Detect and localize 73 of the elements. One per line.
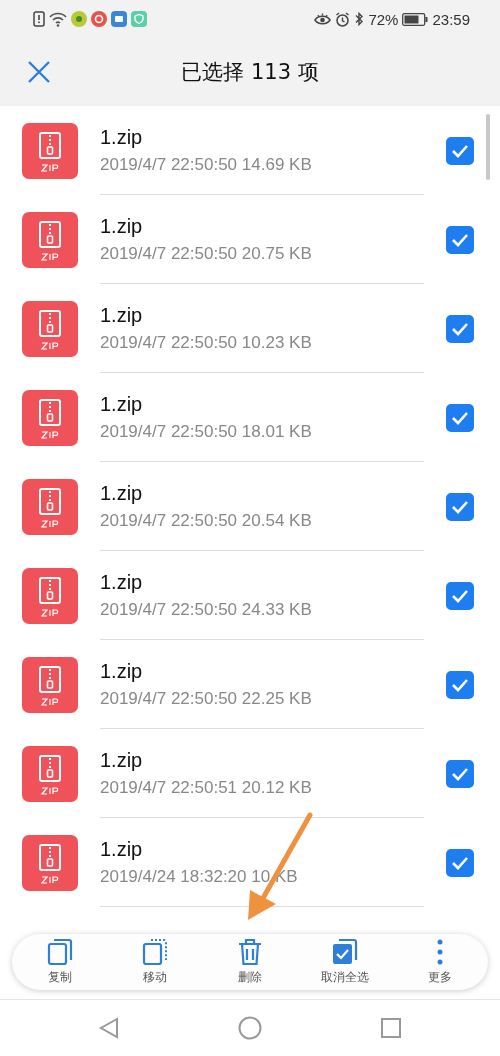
close-button[interactable] [27, 60, 51, 84]
wifi-icon [49, 11, 67, 27]
file-name: 1.zip [100, 659, 143, 683]
close-icon [27, 60, 51, 84]
recents-icon[interactable] [380, 1018, 401, 1038]
app-icon [91, 11, 107, 27]
zip-file-icon [22, 122, 78, 179]
file-details: 2019/4/7 22:50:50 18.01 KB [100, 421, 312, 442]
scrollbar [486, 114, 490, 180]
eye-icon [314, 12, 332, 26]
checkbox[interactable] [446, 225, 474, 254]
home-icon[interactable] [238, 1016, 262, 1040]
toolbar-button[interactable]: 复制 [14, 938, 105, 986]
file-details: 2019/4/7 22:50:50 24.33 KB [100, 599, 312, 620]
toolbar-button[interactable]: 取消全选 [300, 938, 391, 986]
selection-title: 已选择 113 项 [181, 59, 319, 86]
move-icon [141, 938, 168, 966]
zip-file-icon [22, 567, 78, 624]
check-icon [451, 588, 469, 603]
zip-file-icon [22, 745, 78, 802]
file-name: 1.zip [100, 392, 143, 416]
file-details: 2019/4/7 22:50:50 22.25 KB [100, 688, 312, 709]
toolbar-button[interactable]: 更多 [395, 938, 486, 986]
file-name: 1.zip [100, 748, 143, 772]
zip-file-icon [22, 478, 78, 535]
back-icon[interactable] [99, 1017, 120, 1039]
bluetooth-icon [354, 11, 365, 27]
check-icon [451, 499, 469, 514]
shield-icon [131, 11, 147, 27]
check-icon [451, 410, 469, 425]
alarm-icon [335, 11, 351, 27]
file-name: 1.zip [100, 214, 143, 238]
zip-file-icon [22, 389, 78, 446]
battery-icon [402, 12, 429, 26]
more-icon [436, 938, 445, 966]
zip-file-icon [22, 834, 78, 891]
file-details: 2019/4/7 22:50:50 14.69 KB [100, 154, 312, 175]
check-icon [451, 321, 469, 336]
trash-icon [236, 938, 263, 966]
app-icon [111, 11, 127, 27]
checkbox[interactable] [446, 581, 474, 610]
zip-file-icon [22, 300, 78, 357]
checkbox[interactable] [446, 403, 474, 432]
zip-file-icon [22, 211, 78, 268]
toolbar-button[interactable]: 删除 [204, 938, 295, 986]
checkbox[interactable] [446, 136, 474, 165]
file-name: 1.zip [100, 481, 143, 505]
file-details: 2019/4/7 22:50:50 10.23 KB [100, 332, 312, 353]
check-icon [451, 766, 469, 781]
file-name: 1.zip [100, 570, 143, 594]
check-icon [451, 677, 469, 692]
file-name: 1.zip [100, 837, 143, 861]
check-icon [451, 855, 469, 870]
checkbox[interactable] [446, 492, 474, 521]
check-icon [451, 232, 469, 247]
checkbox[interactable] [446, 759, 474, 788]
sim-alert-icon [33, 11, 45, 27]
checkbox-icon [332, 938, 359, 966]
clock-time: 23:59 [432, 10, 470, 28]
checkbox[interactable] [446, 314, 474, 343]
copy-icon [46, 938, 73, 966]
zip-file-icon [22, 656, 78, 713]
check-icon [451, 143, 469, 158]
battery-percent: 72% [368, 10, 399, 28]
toolbar-button[interactable]: 移动 [109, 938, 200, 986]
checkbox[interactable] [446, 670, 474, 699]
file-details: 2019/4/7 22:50:50 20.75 KB [100, 243, 312, 264]
file-name: 1.zip [100, 125, 143, 149]
file-name: 1.zip [100, 303, 143, 327]
file-details: 2019/4/7 22:50:50 20.54 KB [100, 510, 312, 531]
app-icon [71, 11, 87, 27]
file-details: 2019/4/7 22:50:51 20.12 KB [100, 777, 312, 798]
checkbox[interactable] [446, 848, 474, 877]
